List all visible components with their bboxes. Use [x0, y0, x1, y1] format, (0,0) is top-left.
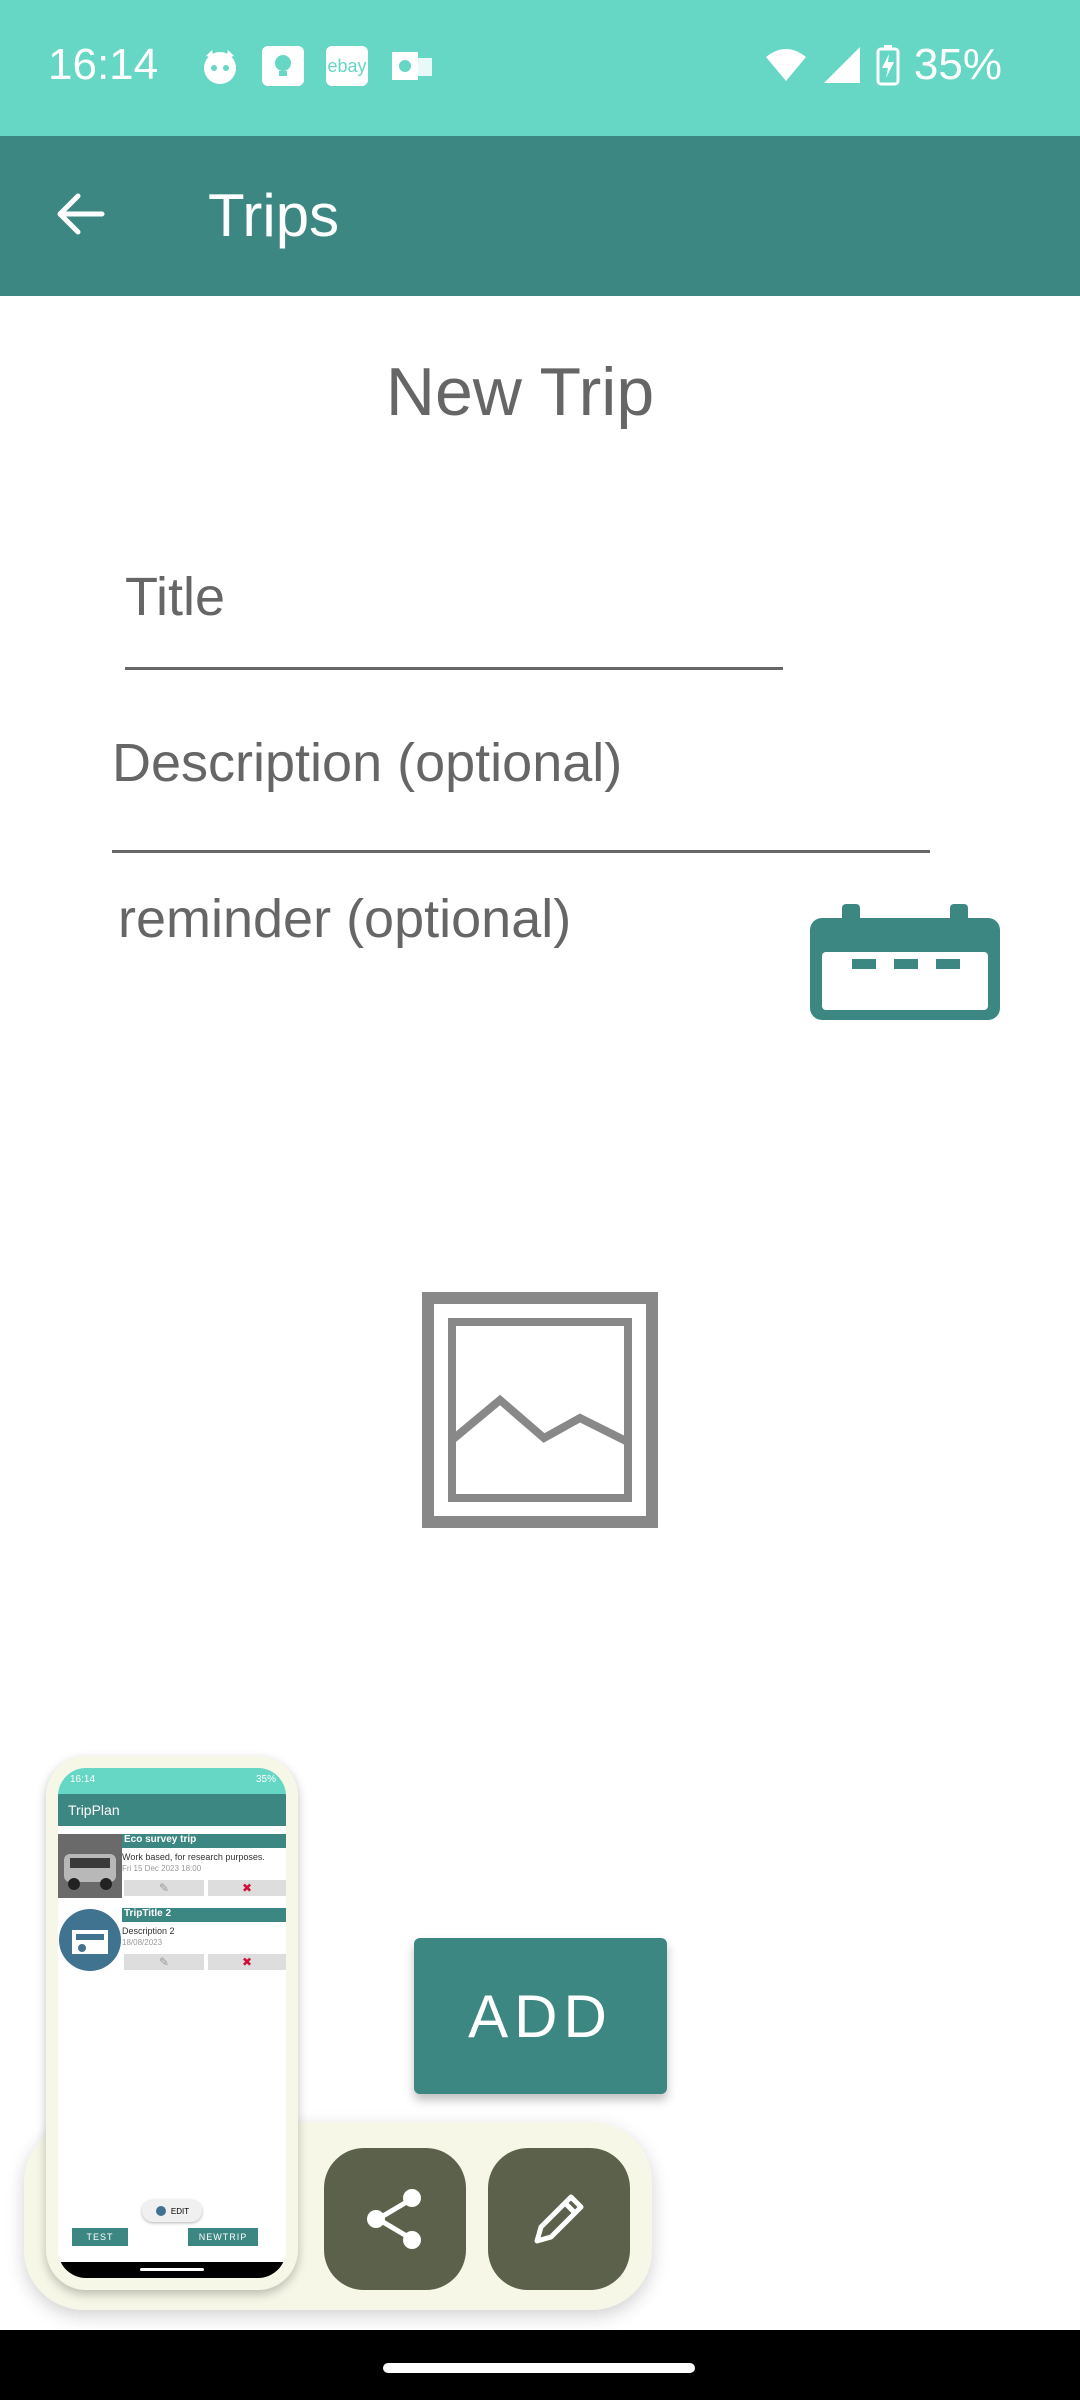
status-right: 35% [764, 40, 1002, 90]
thumbnail-trip-date: Fri 15 Dec 2023 18:00 [122, 1864, 202, 1873]
thumbnail-test-button: TEST [72, 2228, 128, 2246]
battery-percent: 35% [913, 40, 1002, 89]
description-input[interactable]: Description (optional) [112, 732, 622, 794]
car-photo [58, 1834, 122, 1898]
pencil-icon [534, 2194, 584, 2244]
status-bar: 16:14 ebay 35% [0, 0, 1080, 136]
thumbnail-trip-date: 18/08/2023 [122, 1938, 163, 1947]
thumbnail-edit-icon: ✎ [124, 1954, 204, 1970]
wifi-icon [765, 49, 806, 81]
description-underline [112, 850, 930, 853]
cat-icon [204, 50, 236, 84]
thumbnail-status-battery: 35% [255, 1774, 276, 1785]
globe-icon [155, 2206, 166, 2216]
screenshot-thumbnail[interactable]: 16:14 35% TripPlan Eco survey trip Work … [46, 1756, 298, 2290]
thumbnail-delete-icon: ✖ [208, 1954, 286, 1970]
arrow-left-icon[interactable] [52, 186, 108, 242]
app-bar: Trips [0, 136, 1080, 296]
share-button[interactable] [324, 2148, 466, 2290]
status-time: 16:14 [48, 40, 159, 89]
thumbnail-screen: 16:14 35% TripPlan Eco survey trip Work … [58, 1768, 286, 2278]
thumbnail-trip-title: TripTitle 2 [122, 1908, 286, 1922]
thumbnail-status-time: 16:14 [70, 1774, 96, 1785]
thumbnail-edit-pill: EDIT [142, 2200, 202, 2222]
reminder-label[interactable]: reminder (optional) [118, 888, 571, 950]
share-icon [367, 2189, 421, 2249]
edit-button[interactable] [488, 2148, 630, 2290]
thumbnail-trip-description: Description 2 [122, 1926, 175, 1936]
lightbulb-icon [262, 46, 304, 86]
home-gesture-handle[interactable] [383, 2363, 695, 2373]
thumbnail-edit-label: EDIT [170, 2206, 190, 2216]
thumbnail-trip-description: Work based, for research purposes. [122, 1852, 265, 1862]
title-underline [125, 667, 783, 670]
ebay-icon: ebay [326, 46, 368, 86]
notification-icons: ebay [200, 46, 434, 86]
trip-avatar-icon [59, 1909, 121, 1971]
page-title: New Trip [385, 354, 655, 430]
image-placeholder-icon[interactable] [420, 1290, 660, 1530]
thumbnail-newtrip-button: NEWTRIP [188, 2228, 258, 2246]
outlook-icon [392, 52, 432, 80]
thumbnail-status-bar: 16:14 35% [58, 1768, 286, 1794]
thumbnail-nav-bar [58, 2262, 286, 2278]
thumbnail-trip-title: Eco survey trip [122, 1834, 286, 1848]
add-button[interactable]: ADD [414, 1938, 667, 2094]
signal-icon [823, 47, 860, 83]
thumbnail-edit-icon: ✎ [124, 1880, 204, 1896]
battery-charging-icon [876, 45, 900, 86]
thumbnail-delete-icon: ✖ [208, 1880, 286, 1896]
app-bar-title: Trips [208, 182, 340, 249]
calendar-icon[interactable] [808, 904, 1002, 1022]
title-input[interactable]: Title [125, 566, 225, 628]
thumbnail-app-title: TripPlan [58, 1794, 286, 1826]
